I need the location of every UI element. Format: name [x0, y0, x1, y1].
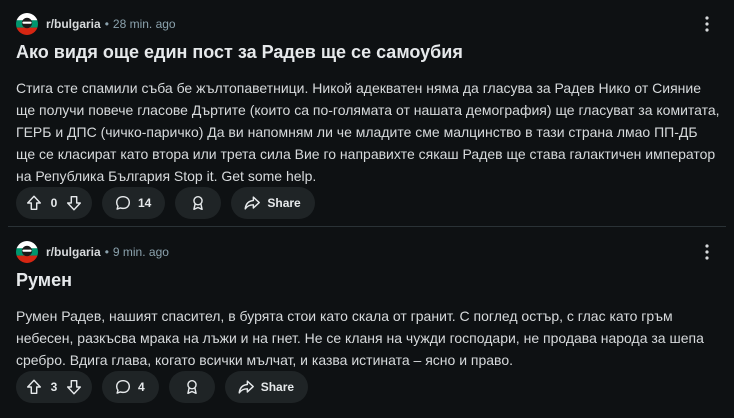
vote-count: 3 [50, 380, 58, 394]
award-button[interactable] [168, 371, 215, 403]
arrow-down-icon[interactable] [64, 377, 84, 397]
arrow-down-icon[interactable] [64, 193, 84, 213]
comments-button[interactable]: 4 [102, 371, 159, 403]
post-body-text: Румен Радев, нашият спасител, в бурята с… [16, 308, 704, 368]
comments-button[interactable]: 14 [102, 187, 166, 219]
share-label: Share [267, 196, 301, 210]
post-meta: r/bulgaria • 9 min. ago [16, 240, 169, 264]
vote-count: 0 [50, 196, 58, 210]
share-label: Share [260, 380, 295, 394]
comment-count: 4 [138, 380, 145, 394]
subreddit-name[interactable]: r/bulgaria [46, 245, 101, 259]
post-divider [8, 226, 726, 227]
post-meta: r/bulgaria • 28 min. ago [16, 12, 176, 36]
vote-control: 3 [16, 371, 92, 403]
share-button[interactable]: Share [224, 371, 309, 403]
post-card[interactable]: r/bulgaria • 28 min. ago Ако видя още ед… [0, 0, 734, 226]
more-vertical-icon[interactable] [698, 14, 716, 34]
award-icon [183, 378, 201, 396]
post-card[interactable]: r/bulgaria • 9 min. ago Румен Румен Раде… [0, 228, 734, 418]
meta-separator: • [104, 17, 109, 31]
meta-separator: • [104, 245, 109, 259]
post-body: Румен Радев, нашият спасител, в бурята с… [16, 305, 720, 371]
post-time: 9 min. ago [112, 245, 169, 259]
post-time: 28 min. ago [112, 17, 176, 31]
arrow-up-icon[interactable] [24, 193, 44, 213]
post-body: Стига сте спамили съба бе жълтопаветници… [16, 77, 720, 187]
post-body-text: Стига сте спамили съба бе жълтопаветници… [16, 80, 720, 184]
post-actions: 0 14 Share [16, 186, 325, 220]
speech-bubble-icon [114, 194, 132, 212]
share-arrow-icon [237, 378, 255, 396]
share-button[interactable]: Share [231, 187, 315, 219]
speech-bubble-icon [114, 378, 132, 396]
post-title[interactable]: Ако видя още един пост за Радев ще се са… [16, 42, 463, 63]
more-vertical-icon[interactable] [698, 242, 716, 262]
award-icon [189, 194, 207, 212]
post-title[interactable]: Румен [16, 270, 72, 291]
share-arrow-icon [243, 194, 261, 212]
post-actions: 3 4 Share [16, 370, 318, 404]
comment-count: 14 [138, 196, 152, 210]
vote-control: 0 [16, 187, 92, 219]
subreddit-avatar[interactable] [16, 13, 38, 35]
subreddit-name[interactable]: r/bulgaria [46, 17, 101, 31]
subreddit-avatar[interactable] [16, 241, 38, 263]
award-button[interactable] [175, 187, 222, 219]
arrow-up-icon[interactable] [24, 377, 44, 397]
